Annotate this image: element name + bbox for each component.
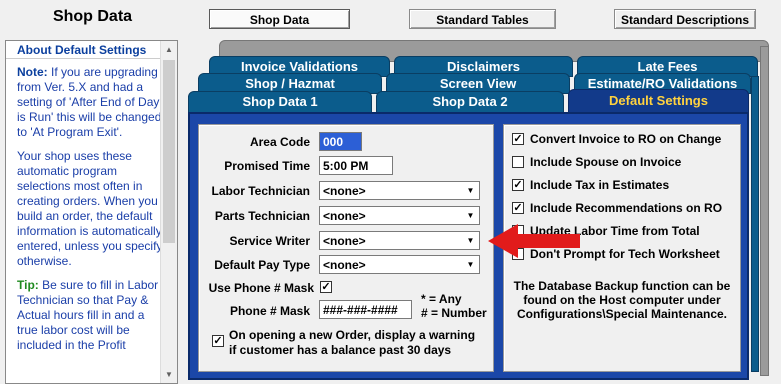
database-backup-note: The Database Backup function can be foun…: [513, 279, 731, 321]
include-spouse-label: Include Spouse on Invoice: [530, 155, 682, 169]
red-arrow-icon: [488, 224, 580, 258]
include-recommendations-label: Include Recommendations on RO: [530, 201, 723, 215]
service-writer-value: <none>: [323, 234, 366, 248]
include-recommendations-checkbox[interactable]: ✓: [512, 202, 524, 214]
default-pay-type-value: <none>: [323, 258, 366, 272]
promised-time-label: Promised Time: [224, 159, 310, 173]
area-code-label: Area Code: [249, 135, 310, 149]
scroll-thumb[interactable]: [163, 60, 175, 243]
tip-label: Tip:: [17, 278, 39, 292]
include-tax-checkbox[interactable]: ✓: [512, 179, 524, 191]
parts-technician-select[interactable]: <none> ▼: [319, 206, 480, 225]
service-writer-select[interactable]: <none> ▼: [319, 231, 480, 250]
row1-edge: [751, 76, 759, 372]
standard-descriptions-button[interactable]: Standard Descriptions: [614, 9, 756, 29]
include-spouse-checkbox[interactable]: [512, 156, 524, 168]
tip-text: Be sure to fill in Labor Technician so t…: [17, 278, 159, 352]
phone-mask-label: Phone # Mask: [229, 304, 310, 318]
help-pane: About Default Settings Note: If you are …: [5, 40, 178, 384]
balance-warning-checkbox[interactable]: ✓: [212, 335, 224, 347]
back-layer-edge: [760, 46, 769, 376]
default-pay-type-select[interactable]: <none> ▼: [319, 255, 480, 274]
scroll-down-icon[interactable]: ▼: [165, 370, 173, 379]
chevron-down-icon[interactable]: ▼: [464, 209, 477, 222]
standard-tables-button[interactable]: Standard Tables: [409, 9, 556, 29]
service-writer-label: Service Writer: [229, 234, 311, 248]
default-pay-type-label: Default Pay Type: [214, 258, 310, 272]
help-body: Note: If you are upgrading from Ver. 5.X…: [6, 59, 177, 353]
parts-technician-label: Parts Technician: [214, 209, 310, 223]
mask-hint-number: # = Number: [421, 306, 487, 320]
tab-default-settings[interactable]: Default Settings: [568, 89, 749, 114]
use-phone-mask-label: Use Phone # Mask: [208, 281, 314, 295]
labor-technician-value: <none>: [323, 184, 366, 198]
mask-hint-any: * = Any: [421, 292, 462, 306]
convert-invoice-label: Convert Invoice to RO on Change: [530, 132, 722, 146]
scroll-up-icon[interactable]: ▲: [165, 45, 173, 54]
chevron-down-icon[interactable]: ▼: [464, 234, 477, 247]
balance-warning-label: On opening a new Order, display a warnin…: [229, 328, 476, 357]
page-title: Shop Data: [52, 8, 133, 25]
note-label: Note:: [17, 65, 48, 79]
labor-technician-select[interactable]: <none> ▼: [319, 181, 480, 200]
help-scrollbar[interactable]: ▲ ▼: [160, 41, 177, 383]
parts-technician-value: <none>: [323, 209, 366, 223]
use-phone-mask-checkbox[interactable]: ✓: [320, 281, 332, 293]
shop-data-button[interactable]: Shop Data: [209, 9, 350, 29]
include-tax-label: Include Tax in Estimates: [530, 178, 670, 192]
phone-mask-input[interactable]: ###-###-####: [319, 300, 412, 319]
tab-shop-data-1[interactable]: Shop Data 1: [188, 91, 372, 113]
chevron-down-icon[interactable]: ▼: [464, 258, 477, 271]
convert-invoice-checkbox[interactable]: ✓: [512, 133, 524, 145]
chevron-down-icon[interactable]: ▼: [464, 184, 477, 197]
tab-shop-data-2[interactable]: Shop Data 2: [376, 91, 564, 113]
area-code-input[interactable]: 000: [319, 132, 362, 151]
labor-technician-label: Labor Technician: [211, 184, 310, 198]
promised-time-input[interactable]: 5:00 PM: [319, 156, 393, 175]
help-heading: About Default Settings: [6, 41, 177, 59]
help-paragraph: Your shop uses these automatic program s…: [17, 149, 163, 268]
